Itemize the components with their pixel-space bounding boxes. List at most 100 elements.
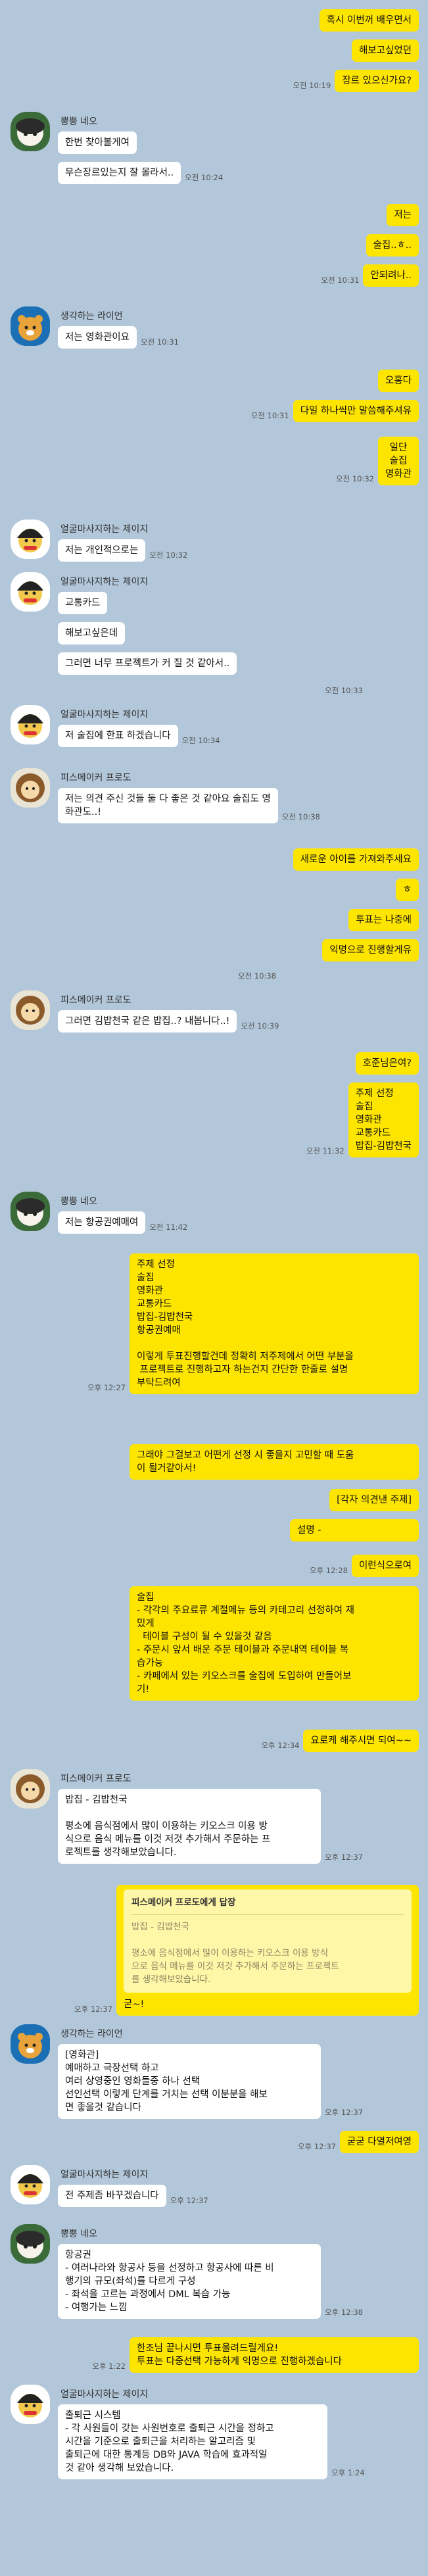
timestamp: 오전 10:32 <box>336 474 374 483</box>
message-bubble[interactable]: [각자 의견낸 주제] <box>329 1489 419 1511</box>
quoted-message[interactable]: 피스메이커 프로도에게 답장 밥집 - 김밥천국 평소에 음식점에서 많이 이용… <box>124 1889 412 1993</box>
message-bubble[interactable]: 술집 - 각각의 주요료류 계절메뉴 등의 카테고리 선정하여 재 밌게 테이블… <box>130 1586 419 1701</box>
message-bubble[interactable]: 혹시 이번꺼 배우면서 <box>319 9 419 32</box>
message-row: 익명으로 진행할게유 <box>322 939 419 961</box>
message-row: 술집 - 각각의 주요료류 계절메뉴 등의 카테고리 선정하여 재 밌게 테이블… <box>130 1586 419 1701</box>
message-bubble[interactable]: 요로케 해주시면 되여~~ <box>303 1730 419 1752</box>
message-bubble[interactable]: 다일 하나씩만 말씀해주셔유 <box>293 400 419 422</box>
message-row: 주제 선정 술집 영화관 교통카드 밥집-김밥천국 항공권예매 이렇게 투표진행… <box>87 1253 419 1394</box>
avatar-lion[interactable] <box>11 306 50 346</box>
lion-avatar-icon <box>11 306 50 346</box>
timestamp: 오후 12:34 <box>261 1741 300 1750</box>
avatar-lion[interactable] <box>11 2024 50 2064</box>
message-row: 전 주제좀 바꾸겠습니다 오후 12:37 <box>58 2185 208 2207</box>
message-bubble[interactable]: 항공권 - 여러나라와 항공사 등을 선정하고 항공사에 따른 비 행기의 규모… <box>58 2244 321 2319</box>
avatar-frodo[interactable] <box>11 1769 50 1809</box>
timestamp: 오후 12:37 <box>170 2196 208 2205</box>
message-bubble[interactable]: 저는 영화관이요 <box>58 326 137 349</box>
timestamp: 오후 12:27 <box>87 1383 126 1392</box>
message-row: 저는 의견 주신 것들 둘 다 좋은 것 같아요 술집도 영 화관도..! 오전… <box>58 788 320 823</box>
sender-name: 피스메이커 프로도 <box>60 995 131 1006</box>
message-bubble[interactable]: 주제 선정 술집 영화관 교통카드 밥집-김밥천국 항공권예매 이렇게 투표진행… <box>130 1253 419 1394</box>
message-bubble[interactable]: 투표는 나중에 <box>348 909 419 931</box>
message-bubble[interactable]: 한번 찾아볼게여 <box>58 132 137 154</box>
message-bubble[interactable]: 이런식으로여 <box>351 1555 419 1577</box>
message-row: 저는 항공권예매여 오전 11:42 <box>58 1211 187 1234</box>
message-row: 일단 술집 영화관 오전 10:32 <box>336 437 419 485</box>
message-bubble[interactable]: 안되려나.. <box>363 264 419 287</box>
message-row: 장르 있으신가요? 오전 10:19 <box>293 70 419 92</box>
message-bubble[interactable]: 해보고싶었던 <box>351 39 419 62</box>
timestamp: 오후 12:38 <box>325 2308 363 2317</box>
timestamp: 오전 10:32 <box>149 550 188 560</box>
jay-avatar-icon <box>11 705 50 744</box>
message-bubble[interactable]: 장르 있으신가요? <box>335 70 419 92</box>
message-row: 출퇴근 시스템 - 각 사원들이 갖는 사원번호로 출퇴근 시간을 정하고 시간… <box>58 2404 365 2479</box>
message-bubble[interactable]: 굳굳 다열저여영 <box>340 2131 419 2153</box>
avatar-jay[interactable] <box>11 2385 50 2424</box>
message-bubble[interactable]: 호준님은여? <box>355 1052 419 1075</box>
message-bubble[interactable]: 저는 개인적으로는 <box>58 539 146 562</box>
timestamp: 오전 10:31 <box>321 276 360 285</box>
timestamp: 오전 10:34 <box>181 736 220 745</box>
timestamp: 오전 10:39 <box>241 1021 279 1031</box>
message-row: 해보고싶은데 <box>58 622 126 644</box>
message-bubble[interactable]: 한조님 끝나시면 투표올려드릴게요! 투표는 다중선택 가능하게 익명으로 진행… <box>130 2337 419 2373</box>
message-bubble[interactable]: 저는 의견 주신 것들 둘 다 좋은 것 같아요 술집도 영 화관도..! <box>58 788 278 823</box>
avatar-jay[interactable] <box>11 705 50 744</box>
avatar-jay[interactable] <box>11 2165 50 2204</box>
message-bubble[interactable]: 오홍다 <box>377 370 419 392</box>
avatar-frodo[interactable] <box>11 990 50 1030</box>
timestamp: 오전 10:33 <box>325 686 363 695</box>
reply-bubble[interactable]: 피스메이커 프로도에게 답장 밥집 - 김밥천국 평소에 음식점에서 많이 이용… <box>116 1885 419 2016</box>
timestamp: 오후 1:24 <box>331 2468 365 2477</box>
message-row: 혹시 이번꺼 배우면서 <box>319 9 419 32</box>
timestamp: 오전 10:38 <box>238 971 276 981</box>
message-row: 저 술집에 한표 하겠습니다 오전 10:34 <box>58 725 220 747</box>
message-row: 저는 개인적으로는 오전 10:32 <box>58 539 187 562</box>
timestamp: 오후 12:28 <box>309 1566 348 1575</box>
sender-name: 피스메이커 프로도 <box>60 773 131 783</box>
message-bubble[interactable]: 저 술집에 한표 하겠습니다 <box>58 725 178 747</box>
message-bubble[interactable]: 일단 술집 영화관 <box>377 437 419 485</box>
message-bubble[interactable]: 설명 - <box>290 1519 419 1542</box>
message-bubble[interactable]: 그러면 너무 프로젝트가 커 질 것 같아서.. <box>58 652 237 675</box>
message-bubble[interactable]: 해보고싶은데 <box>58 622 126 644</box>
message-bubble[interactable]: 밥집 - 김밥천국 평소에 음식점에서 많이 이용하는 키오스크 이용 방 식으… <box>58 1789 321 1864</box>
message-bubble[interactable]: 술집..ㅎ.. <box>366 234 419 256</box>
divider <box>131 1914 404 1915</box>
sender-name: 뿡뿡 네오 <box>60 1196 97 1207</box>
avatar-jay[interactable] <box>11 572 50 612</box>
message-bubble[interactable]: 주제 선정 술집 영화관 교통카드 밥집-김밥천국 <box>348 1082 419 1157</box>
message-bubble[interactable]: 새로운 아이를 가져와주세요 <box>293 848 419 871</box>
message-row: 피스메이커 프로도에게 답장 밥집 - 김밥천국 평소에 음식점에서 많이 이용… <box>74 1885 419 2016</box>
avatar-neo[interactable] <box>11 1192 50 1231</box>
timestamp: 오후 12:37 <box>325 2108 363 2117</box>
message-bubble[interactable]: ㅎ <box>395 879 419 901</box>
message-bubble[interactable]: 전 주제좀 바꾸겠습니다 <box>58 2185 166 2207</box>
neo-avatar-icon <box>11 2224 50 2264</box>
sender-name: 얼굴마사지하는 제이지 <box>60 577 149 587</box>
sender-name: 뿡뿡 네오 <box>60 2229 97 2239</box>
message-row: ㅎ <box>395 879 419 901</box>
message-bubble[interactable]: 그러면 김밥천국 같은 밥집..? 내봅니다..! <box>58 1010 237 1033</box>
sender-name: 피스메이커 프로도 <box>60 1774 131 1784</box>
avatar-neo[interactable] <box>11 112 50 151</box>
message-bubble[interactable]: 저는 <box>387 204 419 226</box>
avatar-jay[interactable] <box>11 520 50 559</box>
avatar-neo[interactable] <box>11 2224 50 2264</box>
jay-avatar-icon <box>11 572 50 612</box>
message-bubble[interactable]: 그래야 그걸보고 어떤게 선정 시 좋을지 고민할 때 도움 이 될거같아서! <box>130 1444 419 1480</box>
sender-name: 얼굴마사지하는 제이지 <box>60 710 149 720</box>
avatar-frodo[interactable] <box>11 768 50 808</box>
message-bubble[interactable]: 무슨장르있는지 잘 몰라서.. <box>58 162 181 184</box>
message-row: 이런식으로여 오후 12:28 <box>310 1555 419 1577</box>
message-bubble[interactable]: 출퇴근 시스템 - 각 사원들이 갖는 사원번호로 출퇴근 시간을 정하고 시간… <box>58 2404 327 2479</box>
message-row: 설명 - <box>290 1519 419 1542</box>
message-row: 안되려나.. 오전 10:31 <box>321 264 419 287</box>
message-bubble[interactable]: [영화관] 예매하고 극장선택 하고 여러 상영중인 영화들중 하나 선택 선인… <box>58 2044 321 2119</box>
message-bubble[interactable]: 익명으로 진행할게유 <box>322 939 419 961</box>
message-bubble[interactable]: 교통카드 <box>58 592 108 614</box>
message-row: 주제 선정 술집 영화관 교통카드 밥집-김밥천국 오전 11:32 <box>306 1082 419 1157</box>
message-bubble[interactable]: 저는 항공권예매여 <box>58 1211 146 1234</box>
